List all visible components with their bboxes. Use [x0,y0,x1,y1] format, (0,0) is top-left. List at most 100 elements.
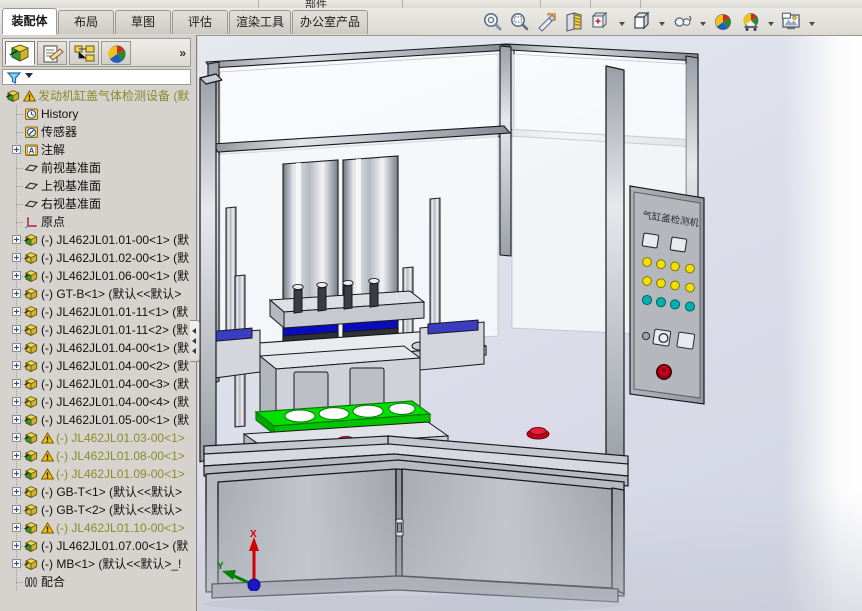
property-manager-tab[interactable] [37,41,67,65]
command-tab-5[interactable]: 办公室产品 [292,10,368,34]
tree-item[interactable]: (-) JL462JL01.03-00<1> [2,429,191,447]
panel-splitter-handle[interactable] [190,320,200,362]
tree-expand-toggle[interactable] [12,307,21,316]
tree-expand-toggle[interactable] [12,433,21,442]
apply-scene-icon[interactable] [740,10,762,34]
zoom-to-area-icon[interactable] [508,10,530,34]
tree-item-label: (-) JL462JL01.04-00<3> (默 [41,377,190,391]
menu-label-parts[interactable]: 部件 [305,0,327,8]
tree-item[interactable]: (-) JL462JL01.01-00<1> (默 [2,231,191,249]
tree-item[interactable]: (-) JL462JL01.09-00<1> [2,465,191,483]
tree-item[interactable]: (-) JL462JL01.04-00<3> (默 [2,375,191,393]
tree-expand-toggle[interactable] [12,145,21,154]
feature-manager-panel: » 发动机缸盖气体检测设备 (默 History 传感器 A 注解前视基准面上视基准面右… [0,35,200,611]
hide-show-items-icon[interactable] [672,10,694,34]
tree-expand-toggle[interactable] [12,361,21,370]
tree-item[interactable]: 发动机缸盖气体检测设备 (默 [2,87,191,105]
part-yellow-icon [24,287,39,301]
tree-item[interactable]: 右视基准面 [2,195,191,213]
tree-expand-toggle[interactable] [12,415,21,424]
command-tab-0[interactable]: 装配体 [2,8,57,35]
tree-item[interactable]: 配合 [2,573,191,591]
tree-expand-toggle[interactable] [12,253,21,262]
tree-expand-toggle[interactable] [12,451,21,460]
edit-appearance-icon[interactable] [712,10,734,34]
tree-item[interactable]: 传感器 [2,123,191,141]
tree-item[interactable]: (-) JL462JL01.04-00<1> (默 [2,339,191,357]
tree-expand-toggle[interactable] [12,487,21,496]
part-green-icon [24,233,39,247]
command-tab-1[interactable]: 布局 [58,10,114,34]
display-style-caret[interactable] [657,10,667,34]
command-tab-label: 装配体 [11,14,48,28]
tree-item[interactable]: (-) JL462JL01.07.00<1> (默 [2,537,191,555]
tree-expand-toggle[interactable] [12,289,21,298]
tree-item-label: 前视基准面 [41,161,102,175]
command-tab-label: 布局 [73,15,98,29]
tree-item[interactable]: (-) JL462JL01.06-00<1> (默 [2,267,191,285]
tree-item[interactable]: (-) JL462JL01.10-00<1> [2,519,191,537]
display-style-icon[interactable] [631,10,653,34]
tree-item[interactable]: 原点 [2,213,191,231]
tree-item[interactable]: (-) JL462JL01.08-00<1> [2,447,191,465]
tree-connector-stub [16,222,24,223]
tree-expand-toggle[interactable] [12,235,21,244]
part-green-icon [24,449,39,463]
tree-item[interactable]: (-) JL462JL01.05-00<1> (默 [2,411,191,429]
apply-scene-caret[interactable] [766,10,776,34]
tree-item-label: 上视基准面 [41,179,102,193]
plane-icon [24,179,39,193]
view-orientation-icon[interactable] [590,10,612,34]
menu-separator-1 [258,0,259,8]
hide-show-items-caret[interactable] [698,10,708,34]
tree-item[interactable]: History [2,105,191,123]
tree-item[interactable]: (-) JL462JL01.01-11<2> (默 [2,321,191,339]
feature-manager-tree-tab[interactable] [5,41,35,65]
tree-expand-toggle[interactable] [12,271,21,280]
command-tab-2[interactable]: 草图 [115,10,171,34]
tree-expand-toggle[interactable] [12,541,21,550]
tree-item[interactable]: (-) JL462JL01.01-11<1> (默 [2,303,191,321]
tree-item[interactable]: A 注解 [2,141,191,159]
tree-item[interactable]: (-) JL462JL01.04-00<4> (默 [2,393,191,411]
tree-expand-toggle[interactable] [12,523,21,532]
command-tab-3[interactable]: 评估 [172,10,228,34]
tree-item[interactable]: 上视基准面 [2,177,191,195]
view-orientation-caret[interactable] [617,10,627,34]
tree-item[interactable]: (-) GB-T<2> (默认<<默认> [2,501,191,519]
tree-item[interactable]: (-) GB-T<1> (默认<<默认> [2,483,191,501]
assembly-icon [6,89,21,103]
zoom-to-fit-icon[interactable] [481,10,503,34]
part-green-icon [24,413,39,427]
section-view-icon[interactable] [563,10,585,34]
tree-item[interactable]: (-) JL462JL01.04-00<2> (默 [2,357,191,375]
tree-item[interactable]: (-) MB<1> (默认<<默认>_! [2,555,191,573]
expand-tab-chevron[interactable]: » [179,46,186,60]
tree-expand-toggle[interactable] [12,559,21,568]
part-yellow-icon [24,359,39,373]
origin-icon [24,215,39,229]
triad-x-label: X [250,529,257,540]
tree-expand-toggle[interactable] [12,343,21,352]
tree-item-label: (-) JL462JL01.09-00<1> [56,467,185,481]
feature-tree-filter[interactable] [2,69,191,85]
tree-expand-toggle[interactable] [12,469,21,478]
tree-item[interactable]: 前视基准面 [2,159,191,177]
tree-expand-toggle[interactable] [12,397,21,406]
view-settings-icon[interactable] [780,10,802,34]
tree-connector-stub [16,186,24,187]
graphics-viewport[interactable]: 气缸盖检测机 X Y Z [198,36,862,611]
tree-item[interactable]: (-) GT-B<1> (默认<<默认> [2,285,191,303]
tree-item[interactable]: (-) JL462JL01.02-00<1> (默 [2,249,191,267]
command-tab-4[interactable]: 渲染工具 [229,10,291,34]
previous-view-icon[interactable] [536,10,558,34]
display-manager-tab[interactable] [101,41,131,65]
view-settings-caret[interactable] [807,10,817,34]
tree-expand-toggle[interactable] [12,505,21,514]
tree-expand-toggle[interactable] [12,325,21,334]
part-yellow-icon [24,377,39,391]
tree-expand-toggle[interactable] [12,379,21,388]
configuration-manager-tab[interactable] [69,41,99,65]
filter-dropdown-caret[interactable] [25,73,33,78]
feature-tree[interactable]: 发动机缸盖气体检测设备 (默 History 传感器 A 注解前视基准面上视基准面右视基… [2,87,191,611]
